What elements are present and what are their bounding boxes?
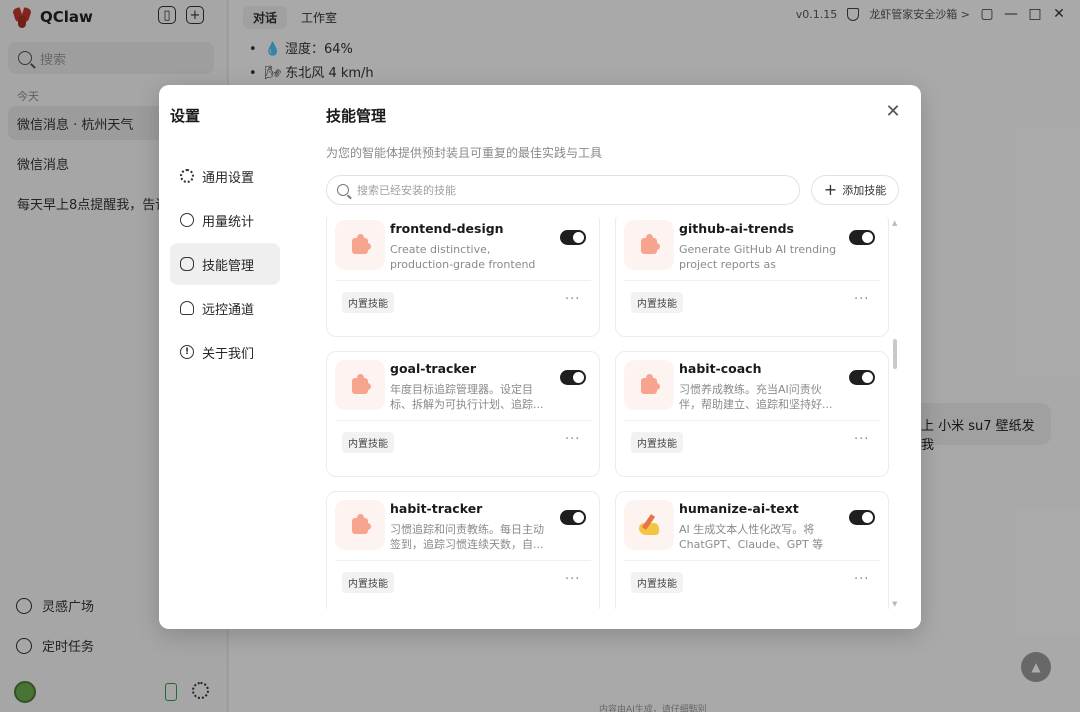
info-icon: !	[180, 345, 194, 359]
skill-name: frontend-design	[390, 221, 504, 236]
divider	[624, 420, 880, 421]
nav-label: 通用设置	[202, 170, 255, 186]
more-options-icon[interactable]: ···	[565, 432, 580, 447]
gear-icon	[180, 169, 194, 183]
divider	[335, 280, 591, 281]
remote-icon	[180, 301, 194, 315]
more-options-icon[interactable]: ···	[565, 292, 580, 307]
nav-usage-stats[interactable]: 用量统计	[170, 199, 280, 241]
skill-description: Generate GitHub AI trending project repo…	[679, 243, 837, 271]
skill-name: github-ai-trends	[679, 221, 794, 236]
nav-skill-management[interactable]: 技能管理	[170, 243, 280, 285]
skill-search-input[interactable]: 搜索已经安装的技能	[326, 175, 800, 205]
nav-label: 远控通道	[202, 302, 255, 318]
scroll-down-arrow-icon[interactable]: ▼	[892, 600, 897, 608]
nav-remote-channel[interactable]: 远控通道	[170, 287, 280, 329]
more-options-icon[interactable]: ···	[565, 572, 580, 587]
skill-toggle[interactable]	[849, 510, 875, 525]
more-options-icon[interactable]: ···	[854, 432, 869, 447]
skill-toggle[interactable]	[849, 370, 875, 385]
scrollbar-thumb[interactable]	[893, 339, 897, 369]
skill-name: habit-tracker	[390, 501, 483, 516]
search-icon	[337, 184, 349, 196]
close-icon[interactable]: ✕	[883, 101, 903, 122]
skill-tag: 内置技能	[342, 292, 394, 313]
skill-description: 习惯追踪和问责教练。每日主动签到，追踪习惯连续天数，自...	[390, 523, 544, 551]
skill-tag: 内置技能	[631, 292, 683, 313]
more-options-icon[interactable]: ···	[854, 572, 869, 587]
settings-modal: 设置 通用设置 用量统计 技能管理 远控通道 ! 关于我们 技能管理 ✕ 为您的…	[159, 85, 921, 629]
settings-nav: 通用设置 用量统计 技能管理 远控通道 ! 关于我们	[170, 155, 280, 375]
skill-toggle[interactable]	[560, 230, 586, 245]
puzzle-icon	[335, 220, 385, 270]
skill-description: 习惯养成教练。充当AI问责伙伴，帮助建立、追踪和坚持好...	[679, 383, 833, 411]
divider	[335, 560, 591, 561]
puzzle-icon	[335, 360, 385, 410]
skill-list-scrollbar[interactable]	[893, 223, 897, 603]
skill-grid: frontend-design Create distinctive, prod…	[326, 217, 892, 609]
divider	[624, 560, 880, 561]
divider	[624, 280, 880, 281]
skill-description: 年度目标追踪管理器。设定目标、拆解为可执行计划、追踪...	[390, 383, 544, 411]
divider	[335, 420, 591, 421]
skill-toggle[interactable]	[560, 370, 586, 385]
skill-tag: 内置技能	[631, 572, 683, 593]
settings-title: 设置	[170, 107, 201, 125]
plus-icon: +	[823, 180, 838, 199]
more-options-icon[interactable]: ···	[854, 292, 869, 307]
skill-name: habit-coach	[679, 361, 762, 376]
brain-icon	[180, 257, 194, 271]
content-subtitle: 为您的智能体提供预封装且可重复的最佳实践与工具	[326, 146, 603, 160]
skill-card: frontend-design Create distinctive, prod…	[326, 217, 600, 337]
nav-general-settings[interactable]: 通用设置	[170, 155, 280, 197]
nav-label: 关于我们	[202, 346, 255, 362]
skill-tag: 内置技能	[631, 432, 683, 453]
skill-card: humanize-ai-text AI 生成文本人性化改写。将 ChatGPT、…	[615, 491, 889, 609]
skill-name: goal-tracker	[390, 361, 477, 376]
skill-tag: 内置技能	[342, 432, 394, 453]
skill-card: github-ai-trends Generate GitHub AI tren…	[615, 217, 889, 337]
chart-icon	[180, 213, 194, 227]
skill-card: goal-tracker 年度目标追踪管理器。设定目标、拆解为可执行计划、追踪.…	[326, 351, 600, 477]
skill-name: humanize-ai-text	[679, 501, 799, 516]
skill-card: habit-coach 习惯养成教练。充当AI问责伙伴，帮助建立、追踪和坚持好.…	[615, 351, 889, 477]
skill-search-placeholder: 搜索已经安装的技能	[357, 184, 456, 197]
skill-tag: 内置技能	[342, 572, 394, 593]
add-skill-label: 添加技能	[842, 184, 887, 197]
skill-description: AI 生成文本人性化改写。将 ChatGPT、Claude、GPT 等生...	[679, 523, 824, 551]
nav-label: 用量统计	[202, 214, 255, 230]
content-title: 技能管理	[326, 107, 387, 125]
puzzle-icon	[624, 220, 674, 270]
skill-card: habit-tracker 习惯追踪和问责教练。每日主动签到，追踪习惯连续天数，…	[326, 491, 600, 609]
puzzle-icon	[335, 500, 385, 550]
skill-toggle[interactable]	[849, 230, 875, 245]
skill-toggle[interactable]	[560, 510, 586, 525]
writing-hand-icon	[624, 500, 674, 550]
add-skill-button[interactable]: + 添加技能	[811, 175, 899, 205]
puzzle-icon	[624, 360, 674, 410]
nav-label: 技能管理	[202, 258, 255, 274]
skill-description: Create distinctive, production-grade fro…	[390, 243, 536, 271]
nav-about-us[interactable]: ! 关于我们	[170, 331, 280, 373]
